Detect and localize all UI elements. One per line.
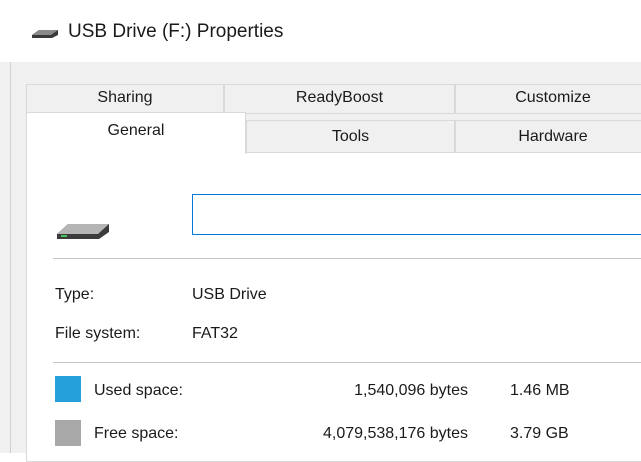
file-system-value: FAT32 (192, 325, 238, 342)
type-value: USB Drive (192, 286, 267, 303)
type-label: Type: (55, 286, 95, 303)
window-border (10, 62, 11, 453)
tab-general-label: General (107, 122, 165, 139)
tab-tools-label: Tools (331, 128, 370, 145)
tab-sharing[interactable]: Sharing (26, 84, 224, 114)
tab-customize-label: Customize (515, 89, 591, 106)
free-space-swatch (55, 420, 81, 446)
tab-readyboost[interactable]: ReadyBoost (224, 84, 455, 114)
tab-general[interactable]: General (26, 112, 246, 154)
tab-hardware-label: Hardware (518, 128, 588, 145)
free-space-bytes: 4,079,538,176 bytes (322, 425, 468, 442)
usb-drive-icon (57, 224, 109, 239)
file-system-label: File system: (55, 325, 141, 342)
title-bar: USB Drive (F:) Properties (0, 0, 641, 62)
separator (53, 258, 641, 259)
tab-customize[interactable]: Customize (455, 84, 641, 114)
tab-hardware[interactable]: Hardware (455, 120, 641, 153)
tab-tools[interactable]: Tools (246, 120, 455, 153)
free-space-size: 3.79 GB (510, 425, 569, 442)
window-title: USB Drive (F:) Properties (68, 21, 284, 42)
used-space-swatch (55, 376, 81, 402)
volume-label-input[interactable] (192, 194, 641, 235)
used-space-bytes: 1,540,096 bytes (354, 382, 468, 399)
used-space-label: Used space: (94, 382, 183, 399)
usb-drive-icon (32, 30, 58, 38)
used-space-size: 1.46 MB (510, 382, 570, 399)
free-space-label: Free space: (94, 425, 179, 442)
separator (53, 362, 641, 363)
tab-readyboost-label: ReadyBoost (295, 89, 384, 106)
tab-sharing-label: Sharing (97, 89, 153, 106)
